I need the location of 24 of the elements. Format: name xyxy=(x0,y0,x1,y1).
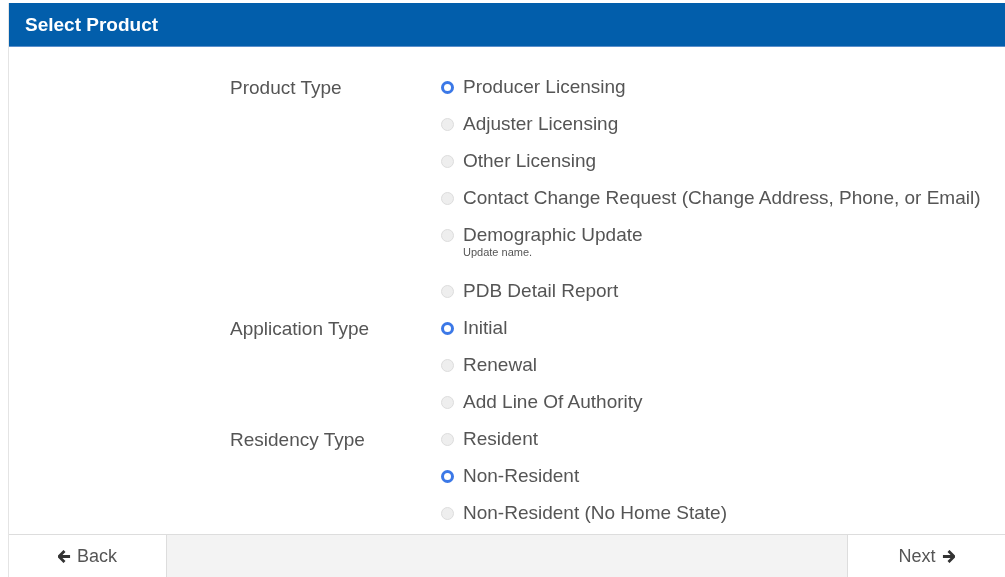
back-button[interactable]: Back xyxy=(9,535,167,577)
option-label[interactable]: Demographic Update xyxy=(463,217,643,246)
option-label[interactable]: Renewal xyxy=(463,347,537,384)
option-label[interactable]: Non-Resident xyxy=(463,458,580,495)
option-label[interactable]: Add Line Of Authority xyxy=(463,384,643,421)
option-label[interactable]: Adjuster Licensing xyxy=(463,106,619,143)
arrow-right-icon xyxy=(941,549,955,563)
option-hint: Update name. xyxy=(463,246,534,260)
field-label: Residency Type xyxy=(230,428,366,452)
option-label[interactable]: Resident xyxy=(463,421,538,458)
option-label[interactable]: PDB Detail Report xyxy=(463,273,619,310)
option-label[interactable]: Non-Resident (No Home State) xyxy=(463,495,727,532)
next-button[interactable]: Next xyxy=(847,535,1005,577)
field-label: Product Type xyxy=(230,76,343,100)
arrow-left-icon xyxy=(58,549,71,563)
field-label: Application Type xyxy=(230,317,371,341)
radio-button[interactable] xyxy=(441,81,454,94)
radio-button[interactable] xyxy=(441,322,454,335)
radio-button[interactable] xyxy=(441,470,454,483)
option-label[interactable]: Other Licensing xyxy=(463,143,597,180)
option-label[interactable]: Contact Change Request (Change Address, Phone, or Email) xyxy=(463,180,981,217)
panel-title: Select Product xyxy=(25,13,159,36)
option-label[interactable]: Initial xyxy=(463,310,508,347)
option-label[interactable]: Producer Licensing xyxy=(463,69,626,106)
